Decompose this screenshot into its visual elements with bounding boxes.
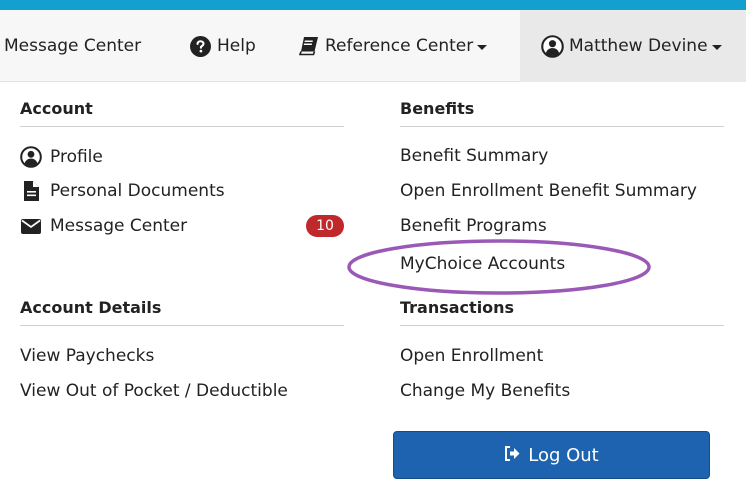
benefits-heading: Benefits xyxy=(400,99,475,118)
account-details-item-label: View Paychecks xyxy=(20,346,155,366)
top-accent-strip xyxy=(0,0,746,10)
logout-button[interactable]: Log Out xyxy=(393,431,710,479)
account-divider xyxy=(20,126,344,127)
nav-help[interactable]: Help xyxy=(190,10,256,82)
transactions-divider xyxy=(400,325,724,326)
nav-user-name: Matthew Devine xyxy=(569,36,708,56)
book-icon xyxy=(299,36,319,56)
unread-count-badge: 10 xyxy=(306,215,344,237)
user-dropdown-menu xyxy=(0,82,746,481)
benefits-item-open-enrollment-summary[interactable]: Open Enrollment Benefit Summary xyxy=(400,181,697,201)
chevron-down-icon xyxy=(477,45,488,50)
benefits-item-label: MyChoice Accounts xyxy=(400,254,566,274)
nav-reference-center-label: Reference Center xyxy=(325,36,474,56)
account-details-item-view-paychecks[interactable]: View Paychecks xyxy=(20,346,154,366)
user-circle-icon xyxy=(20,146,42,168)
account-details-item-out-of-pocket[interactable]: View Out of Pocket / Deductible xyxy=(20,381,288,401)
account-details-item-label: View Out of Pocket / Deductible xyxy=(20,381,288,401)
account-details-divider xyxy=(20,325,344,326)
sign-out-icon xyxy=(504,445,528,466)
envelope-icon xyxy=(20,218,42,234)
nav-reference-center[interactable]: Reference Center xyxy=(299,10,488,82)
account-item-label: Personal Documents xyxy=(50,181,225,201)
nav-user-menu[interactable]: Matthew Devine xyxy=(520,10,746,82)
benefits-item-label: Benefit Programs xyxy=(400,216,547,236)
nav-message-center[interactable]: Message Center xyxy=(4,10,141,82)
nav-help-label: Help xyxy=(217,36,256,56)
user-circle-icon xyxy=(541,34,564,58)
transactions-item-open-enrollment[interactable]: Open Enrollment xyxy=(400,346,543,366)
chevron-down-icon xyxy=(711,45,722,50)
account-heading: Account xyxy=(20,99,93,118)
account-item-profile[interactable]: Profile xyxy=(20,146,103,168)
nav-message-center-label: Message Center xyxy=(4,36,142,56)
benefits-item-benefit-summary[interactable]: Benefit Summary xyxy=(400,146,548,166)
transactions-heading: Transactions xyxy=(400,298,515,317)
document-icon xyxy=(20,181,42,201)
transactions-item-label: Open Enrollment xyxy=(400,346,544,366)
logout-label: Log Out xyxy=(528,444,599,466)
benefits-item-mychoice-accounts[interactable]: MyChoice Accounts xyxy=(400,254,565,274)
account-item-message-center[interactable]: Message Center xyxy=(20,216,187,236)
account-details-heading: Account Details xyxy=(20,298,162,317)
account-item-personal-documents[interactable]: Personal Documents xyxy=(20,181,225,201)
account-item-label: Profile xyxy=(50,147,103,167)
top-navbar: Message Center Help Reference Center Mat… xyxy=(0,10,746,82)
benefits-divider xyxy=(400,126,724,127)
transactions-item-change-my-benefits[interactable]: Change My Benefits xyxy=(400,381,570,401)
account-item-label: Message Center xyxy=(50,216,188,236)
transactions-item-label: Change My Benefits xyxy=(400,381,571,401)
benefits-item-label: Benefit Summary xyxy=(400,146,549,166)
benefits-item-benefit-programs[interactable]: Benefit Programs xyxy=(400,216,547,236)
benefits-item-label: Open Enrollment Benefit Summary xyxy=(400,181,697,201)
question-circle-icon xyxy=(190,35,211,57)
